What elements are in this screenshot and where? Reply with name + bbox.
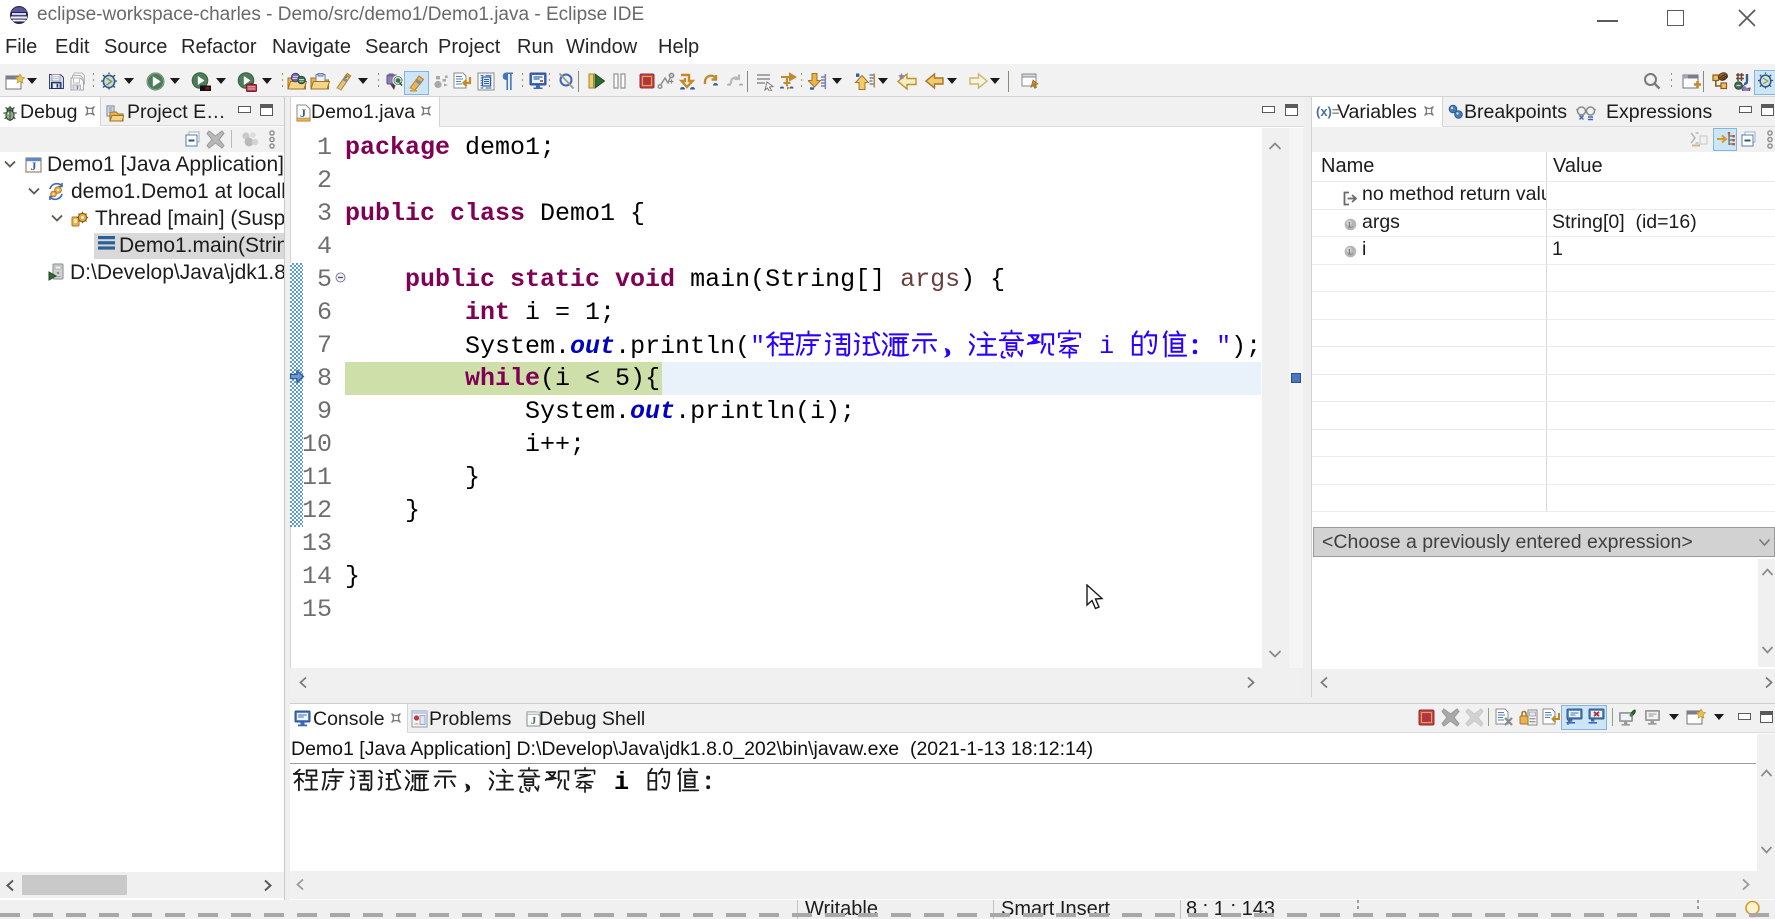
svg-text:J: J [31,161,37,173]
svg-text:J: J [300,106,306,120]
svg-text:L: L [1348,221,1353,230]
svg-text:L: L [1348,248,1353,257]
svg-text:J: J [531,715,537,727]
